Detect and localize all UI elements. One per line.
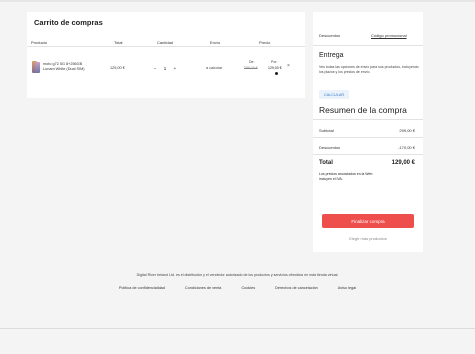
calculate-shipping-button[interactable]: CALCULAR [319, 90, 349, 99]
product-name[interactable]: moto g72 5G 8+256GB Lunam White (Dual SI… [43, 62, 105, 72]
subtotal-label: Subtotal [319, 128, 334, 133]
more-products-link[interactable]: Elegir más productos [313, 236, 423, 241]
footer-link-terms[interactable]: Condiciones de venta [180, 286, 227, 290]
footer-link-cookies[interactable]: Cookies [236, 286, 260, 290]
cart-title: Carrito de compras [34, 18, 103, 27]
total-value: 129,00 € [391, 160, 415, 166]
summary-divider [313, 137, 423, 138]
discounts-label: Descuentos [319, 33, 341, 38]
decrement-button[interactable]: − [151, 66, 159, 71]
remove-item-button[interactable]: × [287, 63, 290, 69]
quantity-stepper: − 1 + [151, 64, 179, 72]
info-icon[interactable] [275, 72, 278, 75]
column-header-price: Precio [259, 40, 271, 45]
product-thumbnail[interactable] [32, 61, 40, 73]
top-border [0, 0, 475, 2]
delivery-title: Entrega [319, 52, 344, 59]
summary-panel: Descuentos Código promocional Entrega Ve… [313, 12, 423, 252]
new-price: 129,00 € [268, 66, 282, 70]
new-price-label: Por: [271, 60, 278, 64]
footer-divider [0, 328, 475, 329]
column-header-product: Producto [31, 40, 48, 45]
footer-link-legal[interactable]: Aviso legal [333, 286, 361, 290]
discount-label: Descuentos [319, 145, 341, 150]
delivery-text: Ves todas las opciones de envío para sus… [319, 65, 419, 74]
product-name-line2: Lunam White (Dual SIM) [43, 67, 85, 71]
finalize-purchase-button[interactable]: Finalizar compra [322, 214, 414, 228]
row-total: 129,00 € [110, 66, 125, 70]
promo-code-link[interactable]: Código promocional [371, 33, 407, 38]
total-label: Total [319, 160, 333, 166]
discount-value: -170,00 € [398, 145, 415, 150]
phone-image-front [35, 62, 40, 73]
quantity-value[interactable]: 1 [161, 66, 169, 71]
footer-link-cancellation[interactable]: Derechos de cancelación [270, 286, 323, 290]
subtotal-value: 299,00 € [399, 128, 415, 133]
column-header-shipping: Envío [210, 40, 221, 45]
summary-divider [313, 119, 423, 120]
footer-link-privacy[interactable]: Política de confidencialidad [114, 286, 170, 290]
shipping-value: a calcular [206, 66, 223, 70]
cart-panel: Carrito de compras Producto Total Cantid… [27, 12, 305, 98]
vat-note: Los precios anunciados en la Web incluye… [319, 172, 373, 181]
summary-divider [313, 45, 423, 46]
column-header-total: Total [114, 40, 123, 45]
footer-disclaimer: Digital River Ireland Ltd. es el distrib… [136, 273, 339, 277]
increment-button[interactable]: + [171, 66, 179, 71]
old-price-label: De: [249, 60, 255, 64]
column-header-quantity: Cantidad [157, 40, 174, 45]
footer-links: Política de confidencialidad Condiciones… [0, 286, 475, 290]
order-summary-title: Resumen de la compra [319, 105, 407, 115]
header-divider [27, 46, 305, 47]
old-price: 299,00 € [244, 66, 258, 70]
summary-divider [313, 154, 423, 155]
